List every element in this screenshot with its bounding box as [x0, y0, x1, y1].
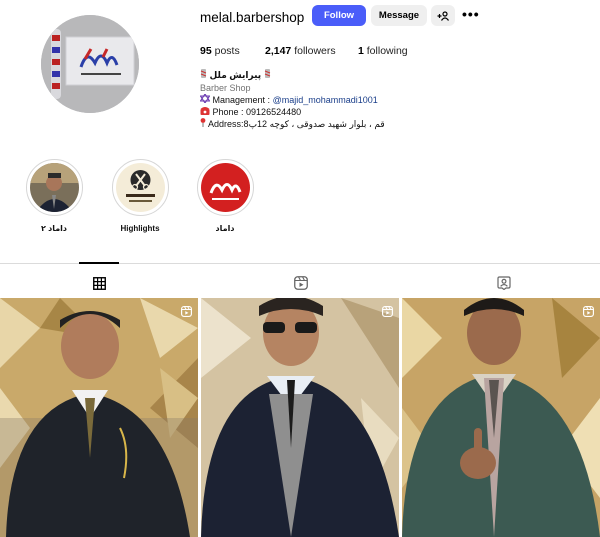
star-of-david-emoji-icon [199, 92, 211, 105]
management-handle-link[interactable]: @majid_mohammadi1001 [273, 95, 378, 105]
highlight-label: داماد [215, 224, 235, 233]
highlight-cover [196, 159, 254, 216]
follow-button[interactable]: Follow [312, 5, 366, 26]
following-stat[interactable]: 1 following [358, 45, 408, 57]
tab-tagged[interactable] [496, 275, 512, 291]
post-thumbnail[interactable] [402, 298, 600, 537]
barber-pole-emoji-icon [264, 69, 270, 78]
barber-pole-emoji-icon [200, 69, 207, 78]
following-count: 1 [358, 45, 364, 57]
telephone-emoji-icon [200, 107, 210, 115]
followers-stat[interactable]: 2,147 followers [265, 45, 336, 57]
grid-icon [92, 276, 106, 290]
profile-category: Barber Shop [200, 83, 251, 93]
post-photo [201, 298, 399, 537]
post-photo [402, 298, 600, 537]
active-tab-indicator [79, 262, 119, 264]
scissors-logo-thumbnail [115, 163, 165, 212]
reel-badge-icon [382, 306, 393, 317]
posts-label: posts [214, 45, 240, 57]
bio-phone-line: Phone : 09126524480 [200, 106, 301, 117]
add-user-icon [437, 10, 449, 21]
tab-posts[interactable] [91, 275, 107, 291]
profile-username: melal.barbershop [200, 10, 305, 25]
posts-stat: 95 posts [200, 45, 240, 57]
suggest-users-button[interactable] [431, 5, 455, 26]
reels-icon [294, 276, 308, 290]
pushpin-emoji-icon [200, 118, 206, 127]
tab-reels[interactable] [293, 275, 309, 291]
highlight-cover [111, 159, 169, 216]
more-options-icon[interactable]: ••• [462, 6, 480, 22]
posts-count: 95 [200, 45, 212, 57]
post-thumbnail[interactable] [0, 298, 198, 537]
groom-photo-thumbnail [29, 163, 79, 212]
profile-full-name: پیرایش ملل [200, 69, 271, 81]
highlight-cover [25, 159, 83, 216]
barbershop-logo-image [41, 15, 139, 113]
bio-management-line: Management : @majid_mohammadi1001 [199, 92, 378, 105]
highlight-label: Highlights [120, 224, 160, 233]
highlight-item[interactable]: Highlights [110, 159, 170, 233]
brand-logo-thumbnail [200, 163, 250, 212]
reel-badge-icon [583, 306, 594, 317]
reel-badge-icon [181, 306, 192, 317]
bio-address-line: Address:قم ، بلوار شهید صدوقی ، کوچه 12پ… [200, 118, 385, 130]
followers-label: followers [294, 45, 336, 57]
profile-avatar[interactable] [41, 15, 139, 113]
highlight-label: داماد ۲ [40, 224, 68, 233]
post-thumbnail[interactable] [201, 298, 399, 537]
highlight-item[interactable]: داماد [195, 159, 255, 233]
followers-count: 2,147 [265, 45, 292, 57]
following-label: following [366, 45, 408, 57]
post-photo [0, 298, 198, 537]
tagged-icon [497, 276, 511, 290]
highlight-item[interactable]: داماد ۲ [24, 159, 84, 233]
message-button[interactable]: Message [371, 5, 427, 26]
